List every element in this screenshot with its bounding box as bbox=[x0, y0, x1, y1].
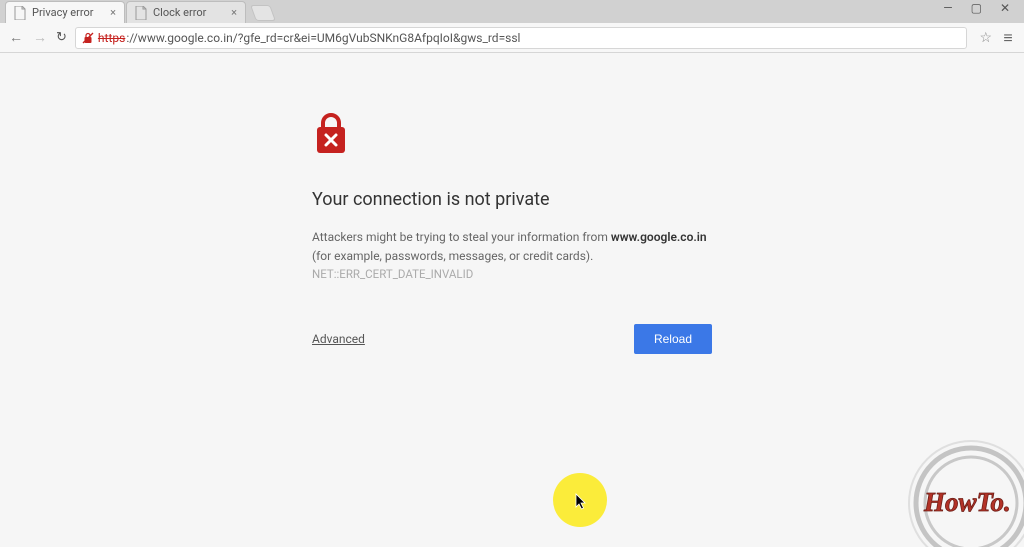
window-close[interactable]: ✕ bbox=[1000, 1, 1010, 15]
menu-button[interactable]: ≡ bbox=[1000, 33, 1016, 43]
error-code: NET::ERR_CERT_DATE_INVALID bbox=[312, 267, 473, 281]
tab-close-icon[interactable]: × bbox=[231, 6, 237, 19]
reload-page-button[interactable]: Reload bbox=[634, 324, 712, 354]
window-minimize[interactable]: — bbox=[943, 1, 952, 15]
window-controls: — ▢ ✕ bbox=[943, 0, 1024, 15]
error-actions: Advanced Reload bbox=[312, 324, 712, 354]
tab-label: Clock error bbox=[153, 6, 206, 19]
error-body-prefix: Attackers might be trying to steal your … bbox=[312, 230, 611, 244]
new-tab-button[interactable] bbox=[250, 5, 276, 21]
error-body: Attackers might be trying to steal your … bbox=[312, 228, 712, 284]
back-button[interactable]: ← bbox=[8, 29, 24, 46]
error-headline: Your connection is not private bbox=[312, 189, 712, 210]
svg-text:HowTo.: HowTo. bbox=[923, 487, 1011, 517]
tab-privacy-error[interactable]: Privacy error × bbox=[5, 1, 125, 23]
bookmark-button[interactable]: ☆ bbox=[979, 30, 992, 46]
tab-close-icon[interactable]: × bbox=[110, 6, 116, 19]
window-maximize[interactable]: ▢ bbox=[971, 1, 982, 15]
insecure-lock-icon bbox=[82, 32, 94, 44]
reload-button[interactable]: ↻ bbox=[56, 30, 67, 45]
url-scheme: https bbox=[98, 31, 125, 45]
url-text: ://www.google.co.in/?gfe_rd=cr&ei=UM6gVu… bbox=[126, 31, 520, 45]
howto-watermark: HowTo. bbox=[876, 431, 1024, 547]
toolbar: ← → ↻ https ://www.google.co.in/?gfe_rd=… bbox=[0, 23, 1024, 53]
forward-button[interactable]: → bbox=[32, 29, 48, 46]
cursor-icon bbox=[575, 493, 587, 511]
advanced-link[interactable]: Advanced bbox=[312, 332, 365, 346]
tab-label: Privacy error bbox=[32, 6, 93, 19]
page-content: Your connection is not private Attackers… bbox=[0, 53, 1024, 547]
cursor-highlight bbox=[553, 473, 607, 527]
page-icon bbox=[135, 6, 147, 20]
ssl-error-interstitial: Your connection is not private Attackers… bbox=[312, 113, 712, 354]
address-bar[interactable]: https ://www.google.co.in/?gfe_rd=cr&ei=… bbox=[75, 27, 968, 49]
tab-bar: Privacy error × Clock error × bbox=[0, 0, 1024, 23]
tab-clock-error[interactable]: Clock error × bbox=[126, 1, 246, 23]
page-icon bbox=[14, 6, 26, 20]
error-body-suffix: (for example, passwords, messages, or cr… bbox=[312, 249, 593, 263]
error-icon-wrap bbox=[312, 113, 712, 159]
lock-error-icon bbox=[312, 113, 350, 155]
error-hostname: www.google.co.in bbox=[611, 230, 707, 244]
